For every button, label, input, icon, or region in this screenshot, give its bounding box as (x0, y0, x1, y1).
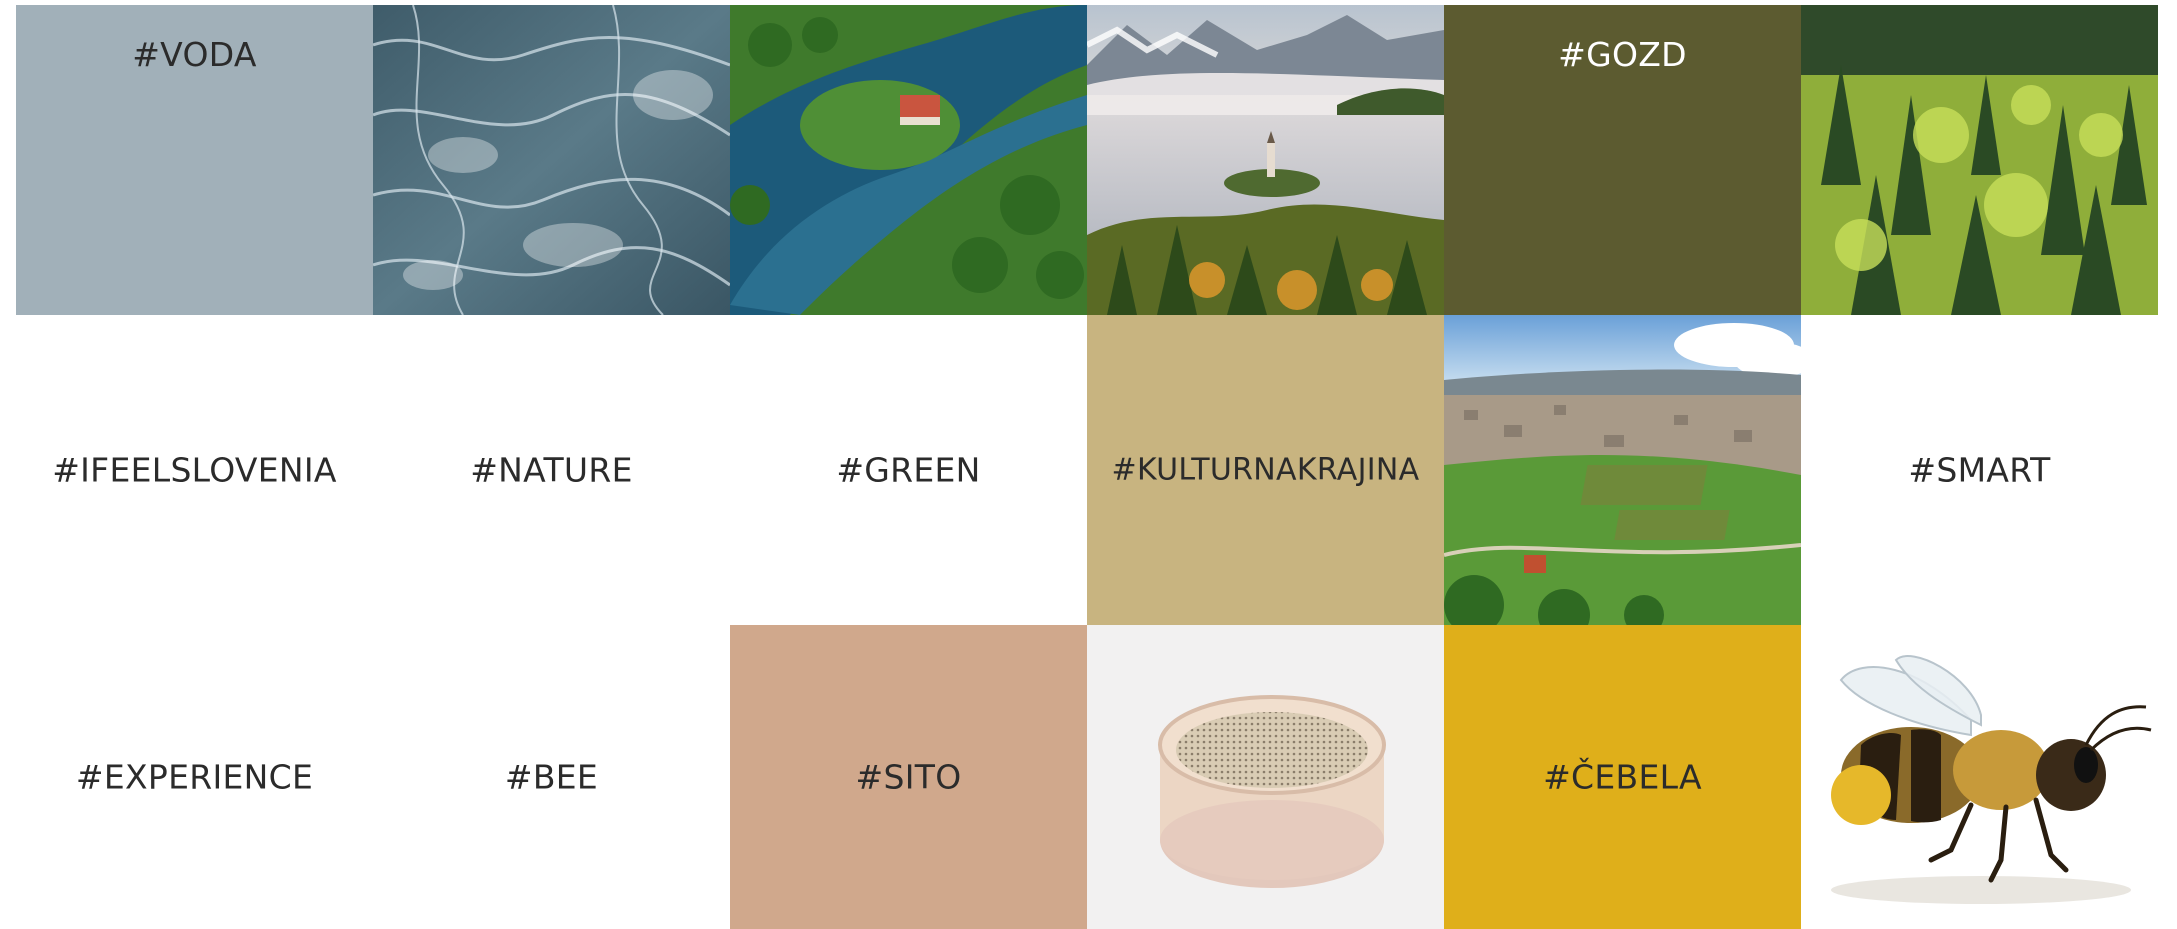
tile-voda: #VODA (16, 5, 373, 315)
hashtag-smart: #SMART (1908, 450, 2051, 490)
forest-image (1801, 5, 2158, 315)
tile-kulturnakrajina: #KULTURNAKRAJINA (1087, 315, 1444, 625)
hashtag-cebela: #ČEBELA (1543, 757, 1702, 797)
sieve-image (1158, 695, 1386, 888)
hashtag-mosaic-grid: #VODA #GOZD #IFEELSLOVENIA #NATURE #GREE… (16, 5, 2158, 929)
town-image (1444, 315, 1801, 625)
tile-sito: #SITO (730, 625, 1087, 929)
lake-bled-image (1087, 5, 1444, 315)
water-photo (373, 5, 730, 315)
tile-smart: #SMART (1801, 315, 2158, 625)
tile-ifeelslovenia: #IFEELSLOVENIA (16, 315, 373, 625)
forest-photo (1801, 5, 2158, 315)
hashtag-ifeelslovenia: #IFEELSLOVENIA (52, 450, 337, 490)
tile-experience: #EXPERIENCE (16, 625, 373, 929)
hashtag-voda: #VODA (132, 35, 257, 74)
hashtag-kulturnakrajina: #KULTURNAKRAJINA (1111, 452, 1420, 488)
bee-photo (1801, 625, 2158, 929)
lake-bled-photo (1087, 5, 1444, 315)
bee-image (1831, 655, 2152, 904)
sieve-photo (1087, 625, 1444, 929)
tile-green: #GREEN (730, 315, 1087, 625)
tile-bee: #BEE (373, 625, 730, 929)
tile-cebela: #ČEBELA (1444, 625, 1801, 929)
town-aerial-photo (1444, 315, 1801, 625)
tile-gozd: #GOZD (1444, 5, 1801, 315)
river-castle-image (730, 5, 1087, 315)
hashtag-green: #GREEN (836, 450, 981, 490)
hashtag-bee: #BEE (504, 757, 599, 797)
water-image (373, 5, 730, 315)
hashtag-sito: #SITO (855, 757, 962, 797)
hashtag-nature: #NATURE (470, 450, 633, 490)
river-castle-aerial-photo (730, 5, 1087, 315)
hashtag-gozd: #GOZD (1558, 35, 1687, 74)
hashtag-experience: #EXPERIENCE (75, 757, 314, 797)
tile-nature: #NATURE (373, 315, 730, 625)
